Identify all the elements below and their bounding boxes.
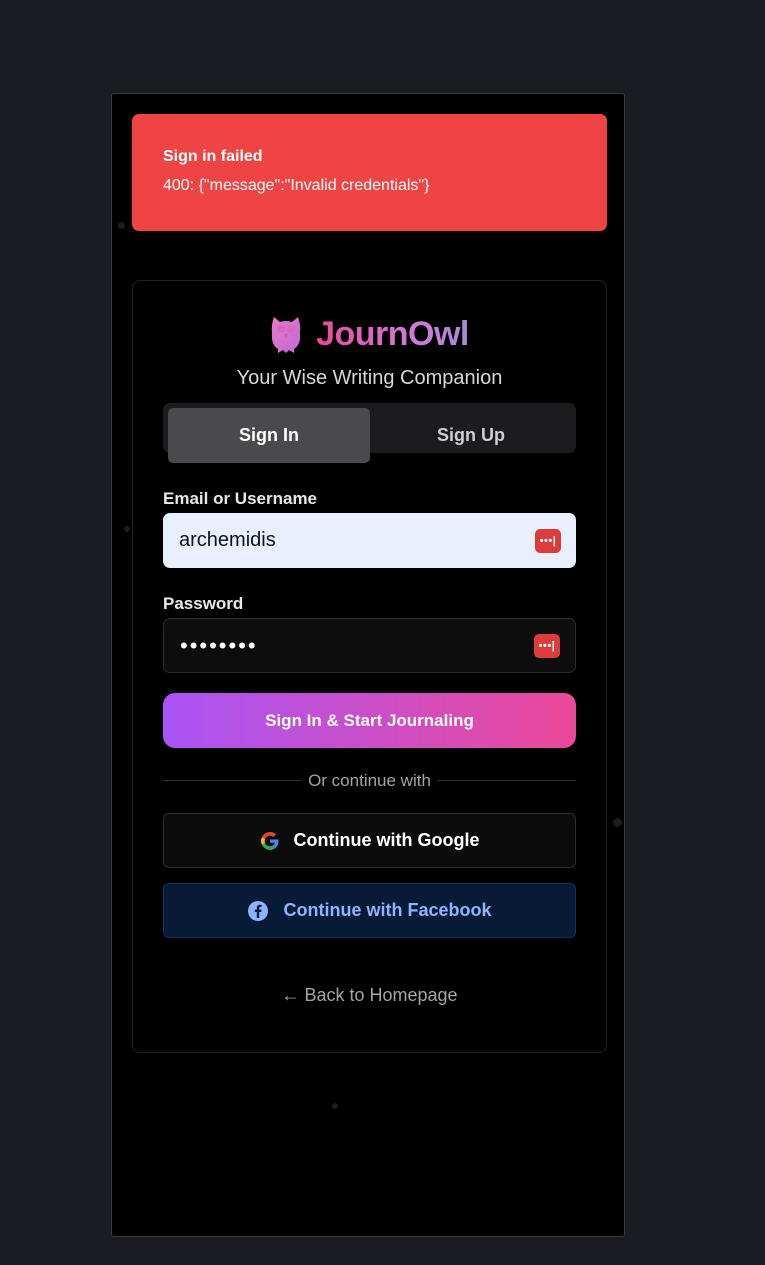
google-icon — [260, 831, 278, 850]
divider: Or continue with — [163, 771, 576, 791]
brand-header: JournOwl — [133, 314, 606, 354]
google-button-label: Continue with Google — [293, 830, 480, 850]
background-dot — [613, 818, 622, 827]
facebook-icon — [248, 900, 269, 921]
sign-in-button[interactable]: Sign In & Start Journaling — [163, 693, 576, 748]
password-field[interactable]: •••| — [163, 618, 576, 673]
email-field[interactable]: •••| — [163, 513, 576, 568]
owl-icon — [271, 317, 301, 353]
toast-title: Sign in failed — [163, 148, 263, 165]
facebook-button-label: Continue with Facebook — [283, 900, 492, 920]
tab-sign-up[interactable]: Sign Up — [370, 408, 572, 463]
password-label: Password — [163, 594, 244, 613]
divider-text: Or continue with — [302, 771, 437, 790]
tab-sign-in[interactable]: Sign In — [168, 408, 370, 463]
error-toast[interactable]: Sign in failed 400: {"message":"Invalid … — [132, 114, 607, 231]
toast-message: 400: {"message":"Invalid credentials"} — [163, 177, 430, 194]
email-input[interactable] — [179, 529, 535, 552]
password-manager-icon[interactable]: •••| — [534, 633, 560, 658]
background-dot — [124, 526, 130, 532]
background-dot — [118, 222, 125, 229]
password-manager-icon[interactable]: •••| — [535, 528, 561, 553]
background-dot — [332, 1103, 338, 1109]
password-input[interactable] — [180, 632, 534, 659]
auth-tabs: Sign In Sign Up — [163, 403, 576, 463]
tagline: Your Wise Writing Companion — [236, 367, 503, 389]
sign-in-card: JournOwl Your Wise Writing Companion Sig… — [132, 280, 607, 1053]
brand-name: JournOwl — [316, 314, 469, 353]
google-sign-in-button[interactable]: Continue with Google — [163, 813, 576, 868]
facebook-sign-in-button[interactable]: Continue with Facebook — [163, 883, 576, 938]
email-label: Email or Username — [163, 489, 318, 508]
back-to-homepage-link[interactable]: ← Back to Homepage — [133, 985, 606, 1006]
auth-panel: Sign in failed 400: {"message":"Invalid … — [111, 93, 625, 1237]
